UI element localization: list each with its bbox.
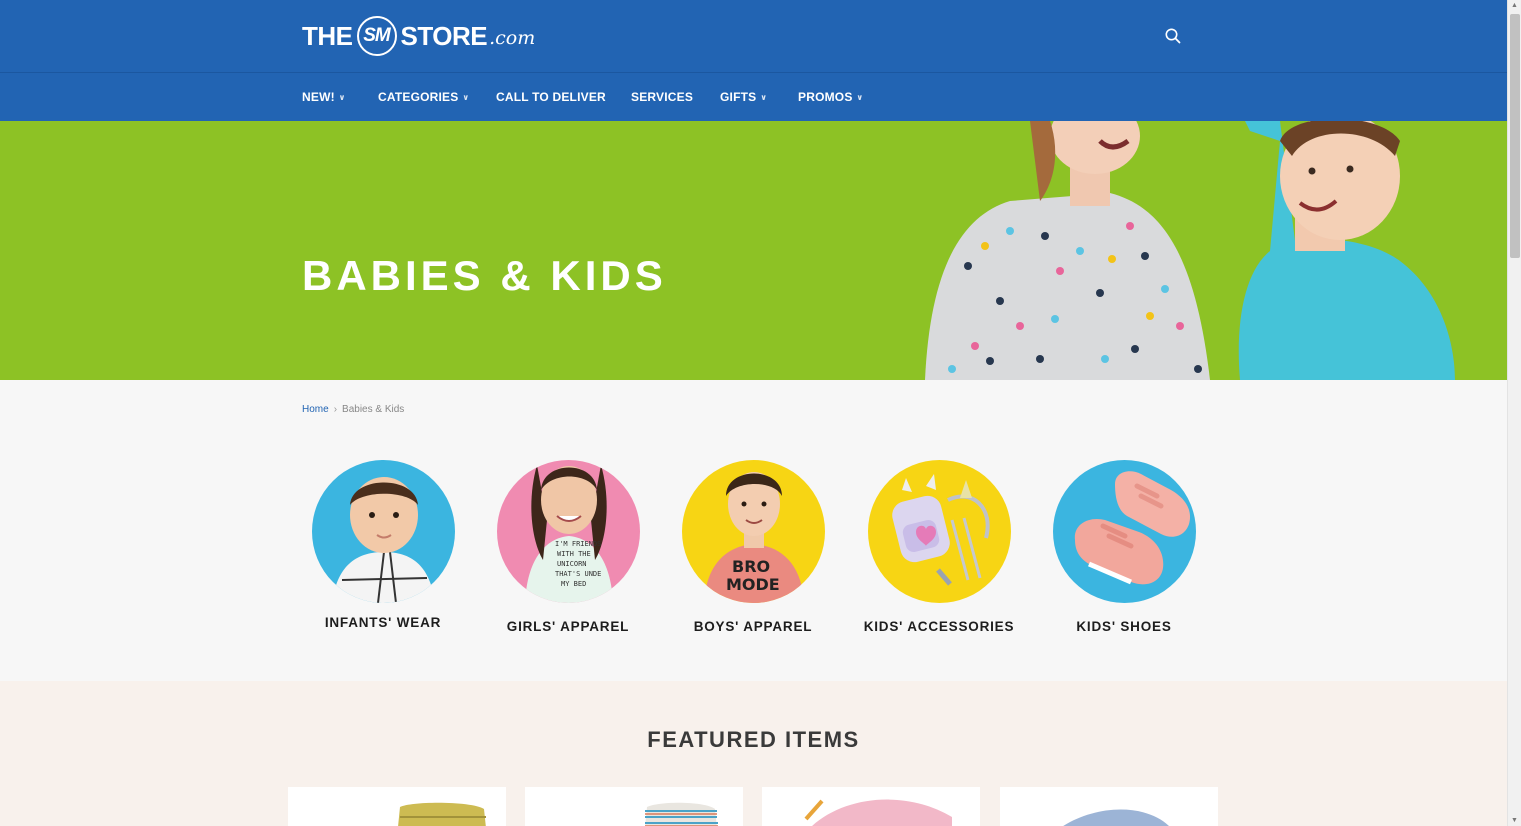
nav-new[interactable]: NEW! ∨ <box>302 90 346 104</box>
breadcrumb-home[interactable]: Home <box>302 404 329 415</box>
nav-categories[interactable]: CATEGORIES ∨ <box>378 90 469 104</box>
page: THE SM STORE .com NEW! ∨ CATEGORIES ∨ CALL… <box>0 0 1507 826</box>
kids-shoes-image <box>1052 460 1196 603</box>
blue-umbrella-image <box>1063 809 1169 826</box>
striped-shorts-image <box>398 802 487 826</box>
svg-text:WITH THE: WITH THE <box>557 550 591 558</box>
svg-text:MODE: MODE <box>726 575 780 594</box>
logo-the: THE <box>302 20 353 51</box>
featured-product-card[interactable] <box>288 787 506 826</box>
kids-accessories-label: KIDS' ACCESSORIES <box>863 619 1015 634</box>
breadcrumb-current: Babies & Kids <box>342 404 405 415</box>
svg-text:UNICORN: UNICORN <box>557 560 587 568</box>
pink-umbrella-image <box>804 799 952 826</box>
nav-gifts-label: GIFTS <box>720 90 757 104</box>
store-logo[interactable]: THE SM STORE .com <box>302 14 535 58</box>
striped-pants-image <box>645 802 718 826</box>
svg-text:I'M FRIENDS: I'M FRIENDS <box>555 540 601 548</box>
girls-apparel-image: I'M FRIENDS WITH THE UNICORN THAT'S UNDE… <box>496 460 640 603</box>
nav-new-label: NEW! <box>302 90 335 104</box>
nav-services[interactable]: SERVICES <box>631 90 693 104</box>
category-boys-apparel[interactable]: BRO MODE BOYS' APPAREL <box>673 460 833 634</box>
svg-text:MY BED: MY BED <box>561 580 586 588</box>
nav-call-to-deliver-label: CALL TO DELIVER <box>496 90 606 104</box>
logo-sm-badge: SM <box>356 16 397 56</box>
scroll-down-arrow-icon[interactable]: ▼ <box>1511 817 1518 824</box>
chevron-down-icon: ∨ <box>760 92 768 102</box>
hero-banner: BABIES & KIDS <box>0 121 1507 380</box>
nav-gifts[interactable]: GIFTS ∨ <box>720 90 767 104</box>
category-kids-shoes[interactable]: KIDS' SHOES <box>1044 460 1204 634</box>
chevron-down-icon: ∨ <box>856 92 864 102</box>
scroll-up-arrow-icon[interactable]: ▲ <box>1511 2 1518 9</box>
hero-title: BABIES & KIDS <box>302 252 667 299</box>
svg-text:THAT'S UNDE: THAT'S UNDE <box>555 570 601 578</box>
infants-wear-label: INFANTS' WEAR <box>324 615 442 630</box>
featured-product-card[interactable] <box>762 787 980 826</box>
featured-section: FEATURED ITEMS <box>0 681 1507 826</box>
boys-apparel-image: BRO MODE <box>681 460 825 603</box>
top-header: THE SM STORE .com <box>0 0 1507 73</box>
svg-text:BRO: BRO <box>732 557 770 576</box>
boys-apparel-label: BOYS' APPAREL <box>693 619 813 634</box>
nav-promos-label: PROMOS <box>798 90 853 104</box>
category-girls-apparel[interactable]: I'M FRIENDS WITH THE UNICORN THAT'S UNDE… <box>488 460 648 634</box>
nav-promos[interactable]: PROMOS ∨ <box>798 90 863 104</box>
featured-product-card[interactable] <box>1000 787 1218 826</box>
kids-accessories-image <box>867 460 1011 603</box>
breadcrumb-separator: › <box>333 404 338 415</box>
breadcrumb: Home › Babies & Kids <box>302 404 404 415</box>
main-nav: NEW! ∨ CATEGORIES ∨ CALL TO DELIVER SERVIC… <box>0 73 1507 121</box>
category-infants-wear[interactable]: INFANTS' WEAR <box>303 460 463 630</box>
featured-title: FEATURED ITEMS <box>647 727 860 752</box>
featured-product-card[interactable] <box>525 787 743 826</box>
kids-shoes-label: KIDS' SHOES <box>1076 619 1172 634</box>
category-kids-accessories[interactable]: KIDS' ACCESSORIES <box>859 460 1019 634</box>
vertical-scrollbar[interactable]: ▲ ▼ <box>1507 0 1521 826</box>
chevron-down-icon: ∨ <box>462 92 470 102</box>
infants-wear-image <box>311 460 455 603</box>
scrollbar-thumb[interactable] <box>1510 14 1520 258</box>
girls-apparel-label: GIRLS' APPAREL <box>506 619 630 634</box>
logo-store: STORE <box>400 20 488 51</box>
nav-call-to-deliver[interactable]: CALL TO DELIVER <box>496 90 606 104</box>
search-icon[interactable] <box>1162 25 1184 47</box>
chevron-down-icon: ∨ <box>338 92 346 102</box>
logo-com: .com <box>489 27 536 49</box>
hero-kids-image <box>925 121 1455 380</box>
nav-services-label: SERVICES <box>631 90 694 104</box>
nav-categories-label: CATEGORIES <box>378 90 459 104</box>
